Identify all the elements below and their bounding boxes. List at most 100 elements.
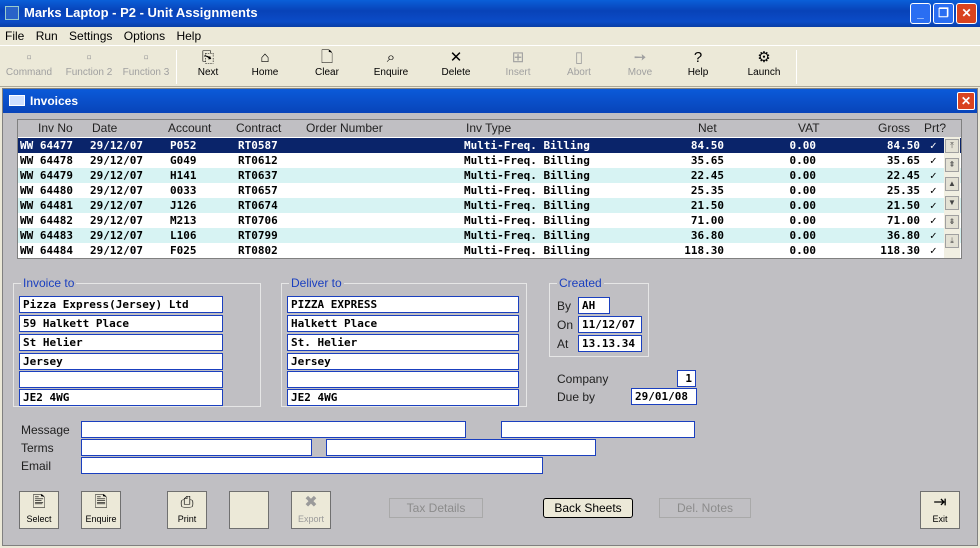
deliver-to-line-2[interactable]: Halkett Place: [287, 315, 519, 332]
grid-scrollbar[interactable]: ⤒ ⇞ ▲ ▼ ⇟ ⤓: [944, 137, 960, 258]
toolbar-separator: [176, 50, 177, 84]
toolbar-next-button[interactable]: ⎘ Next: [186, 49, 230, 85]
col-inv-no[interactable]: Inv No: [38, 121, 73, 135]
scroll-page-down-icon[interactable]: ⇟: [945, 215, 959, 229]
invoice-to-line-4[interactable]: Jersey: [19, 353, 223, 370]
table-row[interactable]: WW 64480 29/12/07 0033 RT0657 Multi-Freq. Bi…: [18, 183, 961, 198]
tax-details-button[interactable]: Tax Details: [389, 498, 483, 518]
cell-date: 29/12/07: [90, 154, 143, 167]
minimize-button[interactable]: _: [910, 3, 931, 24]
del-notes-button[interactable]: Del. Notes: [659, 498, 751, 518]
enquire-button[interactable]: 🗎 Enquire: [81, 491, 121, 529]
col-prt[interactable]: Prt?: [924, 121, 946, 135]
due-by-label: Due by: [557, 390, 596, 404]
email-field[interactable]: [81, 457, 543, 474]
deliver-to-line-5[interactable]: [287, 371, 519, 388]
invoice-to-line-3[interactable]: St Helier: [19, 334, 223, 351]
due-by-field[interactable]: 29/01/08: [631, 388, 697, 405]
col-vat[interactable]: VAT: [798, 121, 820, 135]
toolbar-clear-button[interactable]: 🗋 Clear: [305, 49, 349, 85]
table-row[interactable]: WW 64479 29/12/07 H141 RT0637 Multi-Freq. Bi…: [18, 168, 961, 183]
close-icon[interactable]: ✕: [957, 92, 975, 110]
table-row[interactable]: WW 64482 29/12/07 M213 RT0706 Multi-Freq. Bi…: [18, 213, 961, 228]
cell-account: L106: [170, 229, 197, 242]
scroll-down-icon[interactable]: ▼: [945, 196, 959, 210]
toolbar-insert-button[interactable]: ⊞ Insert: [496, 49, 540, 85]
created-at-field[interactable]: 13.13.34: [578, 335, 642, 352]
invoice-to-postcode[interactable]: JE2 4WG: [19, 389, 223, 406]
menu-help[interactable]: Help: [171, 27, 204, 43]
deliver-to-postcode[interactable]: JE2 4WG: [287, 389, 519, 406]
invoice-grid[interactable]: Inv No Date Account Contract Order Numbe…: [17, 119, 962, 259]
toolbar-help-button[interactable]: ? Help: [676, 49, 720, 85]
toolbar-move-button[interactable]: ➙ Move: [618, 49, 662, 85]
cell-type: Multi-Freq. Billing: [464, 169, 590, 182]
scroll-top-icon[interactable]: ⤒: [945, 139, 959, 153]
invoices-window: Invoices ✕ Inv No Date Account Contract …: [2, 88, 978, 546]
export-button[interactable]: ✖ Export: [291, 491, 331, 529]
cell-inv: WW 64483: [20, 229, 73, 242]
cell-gross: 25.35: [886, 184, 920, 197]
blank-button[interactable]: [229, 491, 269, 529]
scroll-up-icon[interactable]: ▲: [945, 177, 959, 191]
invoice-to-line-2[interactable]: 59 Halkett Place: [19, 315, 223, 332]
back-sheets-button[interactable]: Back Sheets: [543, 498, 633, 518]
scroll-page-up-icon[interactable]: ⇞: [945, 158, 959, 172]
toolbar-delete-button[interactable]: ✕ Delete: [434, 49, 478, 85]
cell-gross: 84.50: [886, 139, 920, 152]
table-row[interactable]: WW 64481 29/12/07 J126 RT0674 Multi-Freq. Bi…: [18, 198, 961, 213]
deliver-to-line-3[interactable]: St. Helier: [287, 334, 519, 351]
cell-account: G049: [170, 154, 197, 167]
col-order-number[interactable]: Order Number: [306, 121, 383, 135]
toolbar-function-2-button[interactable]: ▫ Function 2: [62, 49, 116, 85]
toolbar-label: Delete: [441, 67, 471, 78]
created-on-field[interactable]: 11/12/07: [578, 316, 642, 333]
menu-settings[interactable]: Settings: [64, 27, 115, 43]
select-button[interactable]: 🖹 Select: [19, 491, 59, 529]
window-icon: [9, 95, 25, 106]
menu-file[interactable]: File: [0, 27, 27, 43]
company-field[interactable]: 1: [677, 370, 696, 387]
cell-inv: WW 64480: [20, 184, 73, 197]
table-row[interactable]: WW 64483 29/12/07 L106 RT0799 Multi-Freq. Bi…: [18, 228, 961, 243]
message-field[interactable]: [81, 421, 466, 438]
col-contract[interactable]: Contract: [236, 121, 281, 135]
col-date[interactable]: Date: [92, 121, 117, 135]
cell-gross: 35.65: [886, 154, 920, 167]
close-button[interactable]: ✕: [956, 3, 977, 24]
table-row[interactable]: WW 64484 29/12/07 F025 RT0802 Multi-Freq. Bi…: [18, 243, 961, 258]
restore-button[interactable]: ❐: [933, 3, 954, 24]
toolbar-function-3-button[interactable]: ▫ Function 3: [120, 49, 172, 85]
toolbar-command-button[interactable]: ▫ Command: [4, 49, 54, 85]
toolbar-abort-button[interactable]: ▯ Abort: [557, 49, 601, 85]
toolbar-enquire-button[interactable]: ⌕ Enquire: [366, 49, 416, 85]
cell-prt: ✓: [930, 169, 937, 182]
toolbar: ▫ Command ▫ Function 2 ▫ Function 3 ⎘ Next ⌂ Home…: [0, 45, 980, 87]
app-icon[interactable]: [5, 6, 19, 20]
invoice-to-line-1[interactable]: Pizza Express(Jersey) Ltd: [19, 296, 223, 313]
toolbar-home-button[interactable]: ⌂ Home: [243, 49, 287, 85]
deliver-to-line-4[interactable]: Jersey: [287, 353, 519, 370]
deliver-to-line-1[interactable]: PIZZA EXPRESS: [287, 296, 519, 313]
terms-field-2[interactable]: [326, 439, 596, 456]
table-row[interactable]: WW 64478 29/12/07 G049 RT0612 Multi-Freq. Bi…: [18, 153, 961, 168]
scroll-bottom-icon[interactable]: ⤓: [945, 234, 959, 248]
menu-run[interactable]: Run: [31, 27, 61, 43]
help-icon: ?: [693, 49, 703, 66]
launch-icon: ⚙: [757, 49, 771, 66]
cell-net: 84.50: [690, 139, 724, 152]
menu-options[interactable]: Options: [119, 27, 168, 43]
table-row[interactable]: WW 64477 29/12/07 P052 RT0587 Multi-Freq. Bi…: [18, 138, 961, 153]
col-net[interactable]: Net: [698, 121, 717, 135]
created-by-field[interactable]: AH: [578, 297, 610, 314]
toolbar-launch-button[interactable]: ⚙ Launch: [740, 49, 788, 85]
terms-field[interactable]: [81, 439, 312, 456]
invoice-to-line-5[interactable]: [19, 371, 223, 388]
col-inv-type[interactable]: Inv Type: [466, 121, 511, 135]
print-button[interactable]: ⎙ Print: [167, 491, 207, 529]
col-gross[interactable]: Gross: [878, 121, 910, 135]
message-field-2[interactable]: [501, 421, 695, 438]
cell-contract: RT0706: [238, 214, 278, 227]
exit-button[interactable]: ⇥ Exit: [920, 491, 960, 529]
col-account[interactable]: Account: [168, 121, 211, 135]
